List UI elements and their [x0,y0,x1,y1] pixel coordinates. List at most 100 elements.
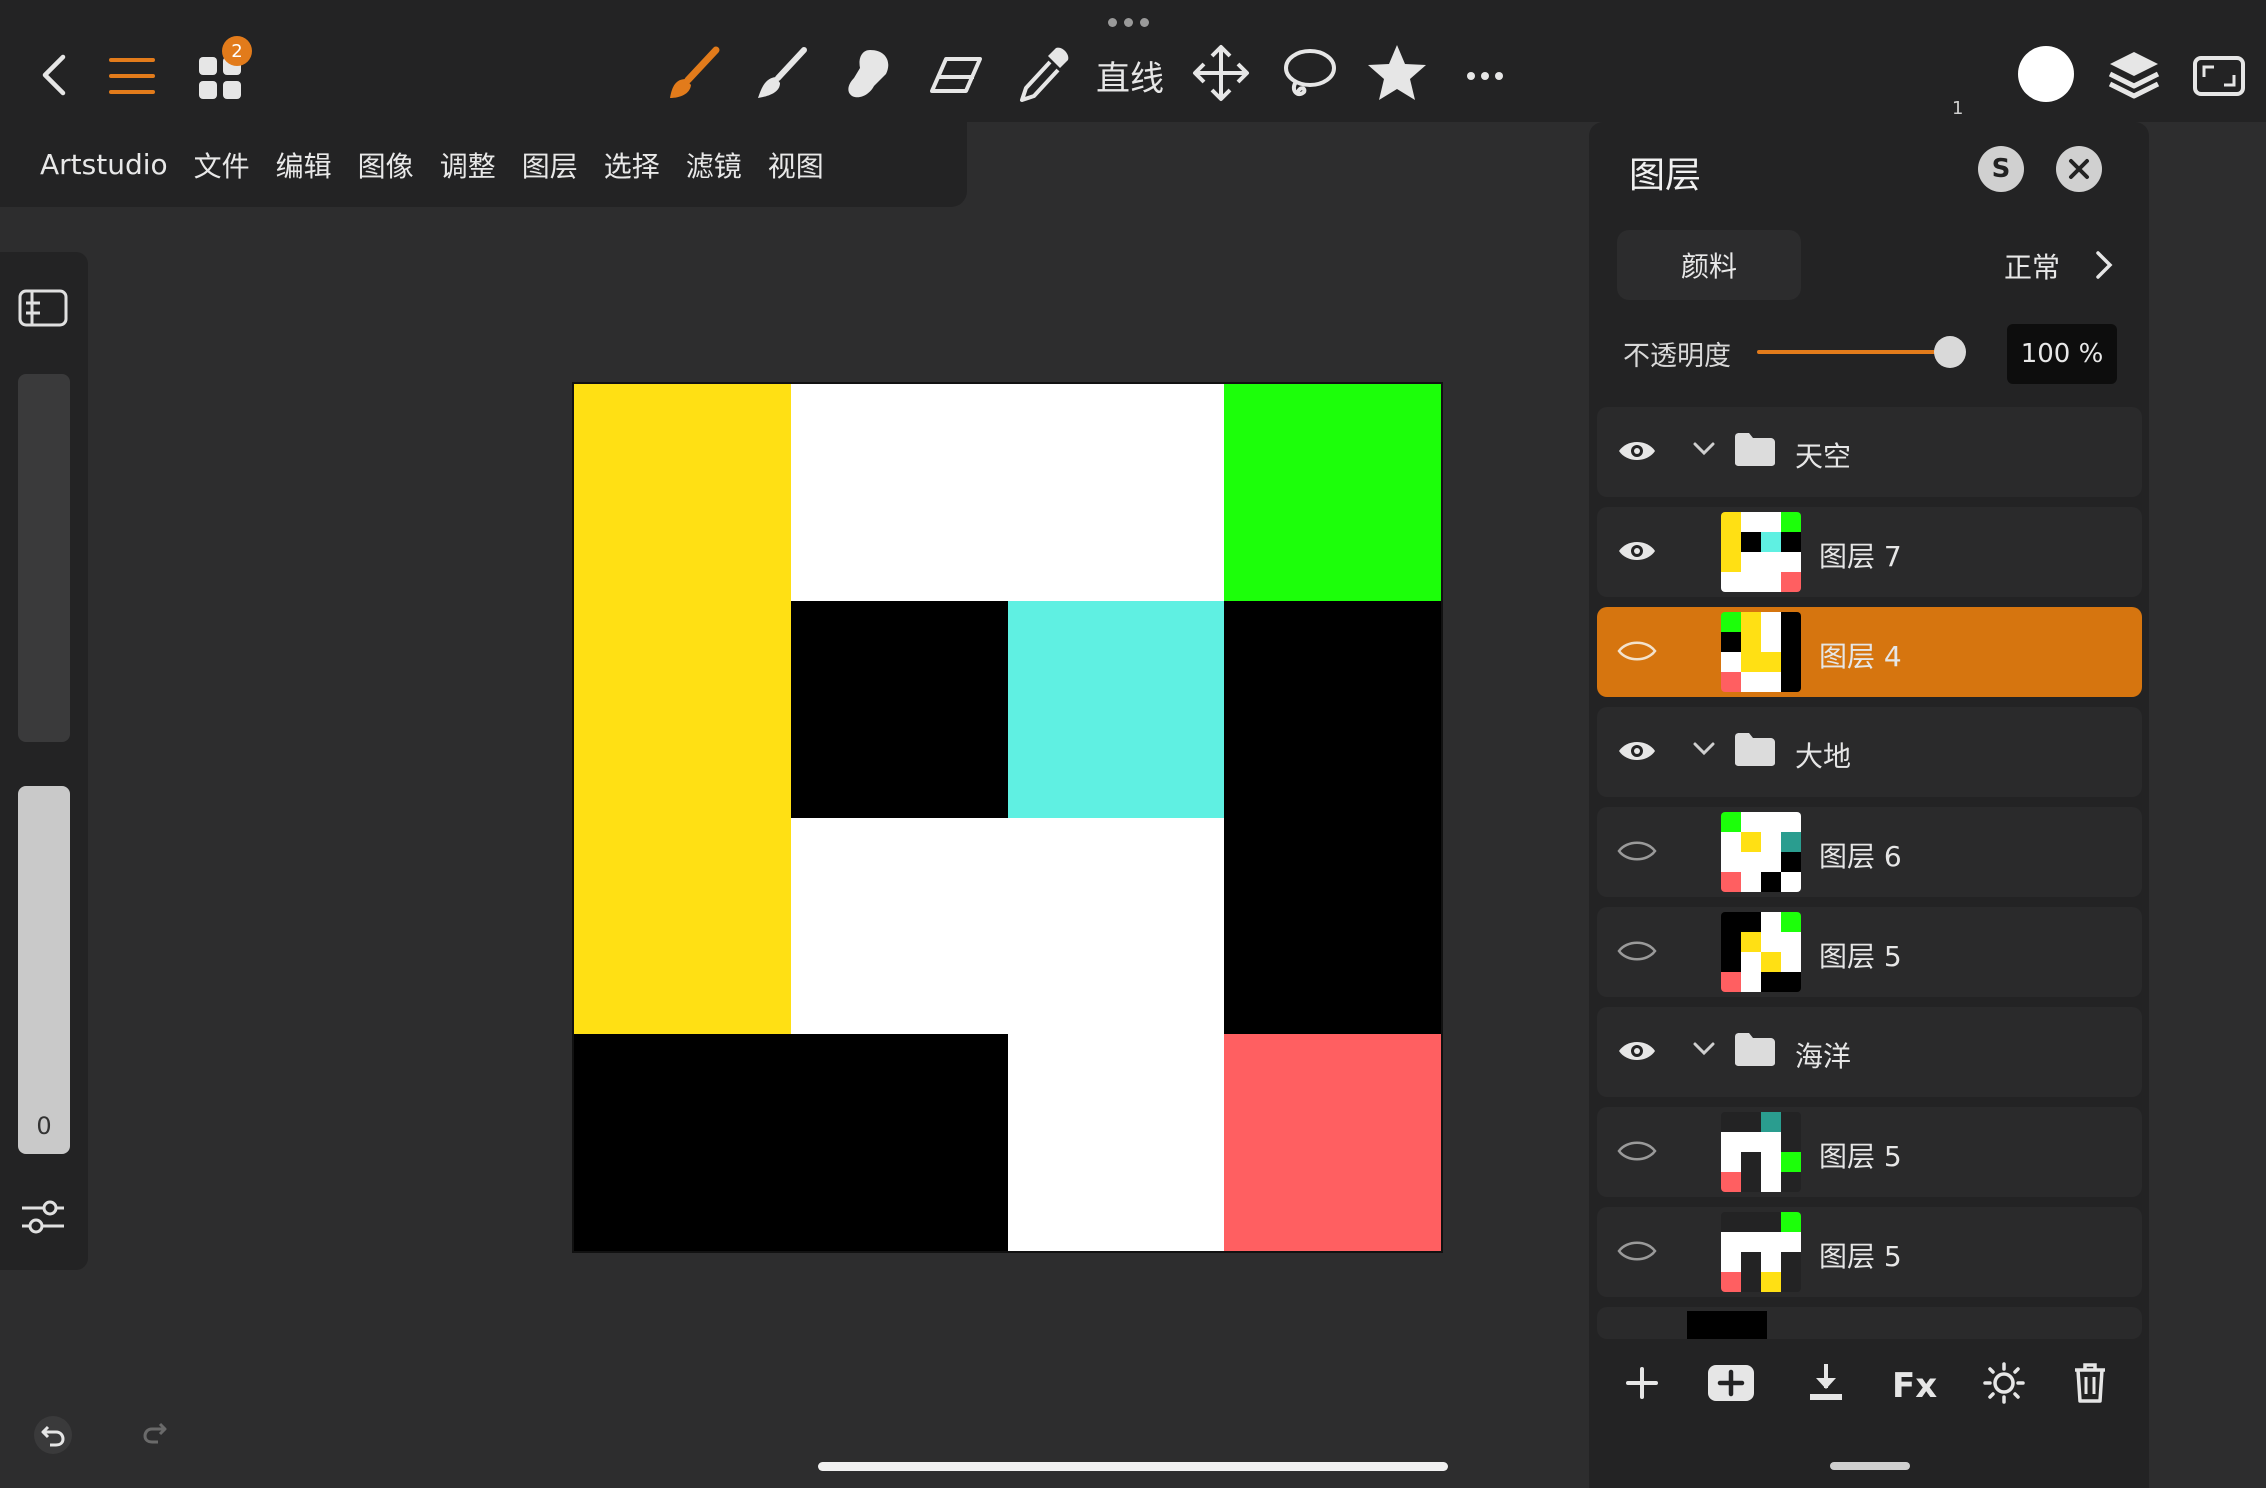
fullscreen-icon[interactable] [2192,54,2246,98]
menu-filter[interactable]: 滤镜 [686,145,742,185]
thumbnail-cell [1741,612,1761,632]
thumbnail-cell [1741,632,1761,652]
opacity-slider-knob[interactable] [1934,336,1966,368]
redo-icon[interactable] [142,1420,170,1450]
paint-tab[interactable]: 颜料 [1617,230,1801,300]
layer-name: 图层 5 [1819,1240,1902,1273]
canvas-cell [574,1034,791,1251]
layer-group-row[interactable]: 海洋 [1597,1007,2142,1097]
folder-icon [1733,1031,1777,1071]
thumbnail-cell [1721,512,1741,532]
s-button[interactable]: S [1978,146,2024,192]
thumbnail-cell [1741,1152,1761,1172]
eyedropper-icon[interactable] [1016,44,1072,104]
brush-opacity-slider[interactable]: 0 [18,786,70,1154]
close-icon[interactable] [2056,146,2102,192]
merge-down-icon[interactable] [1807,1362,1845,1406]
menu-artstudio[interactable]: Artstudio [40,148,168,181]
more-icon[interactable] [1466,70,1504,82]
eye-icon[interactable] [1617,537,1657,569]
menu-image[interactable]: 图像 [358,145,414,185]
eye-icon[interactable] [1617,437,1657,469]
layer-row[interactable]: 图层 5 [1597,1207,2142,1297]
thumbnail-cell [1761,812,1781,832]
thumbnail-cell [1781,1152,1801,1172]
thumbnail-cell [1721,532,1741,552]
thumbnail-cell [1741,552,1761,572]
layers-panel: 图层 S 颜料 正常 不透明度 100 % 天空 图层 7 图层 4 大地 图层 6 图层… [1589,122,2149,1488]
eye-hidden-icon[interactable] [1617,837,1657,869]
eye-hidden-icon[interactable] [1617,1237,1657,1269]
menu-view[interactable]: 视图 [768,145,824,185]
menu-adjust[interactable]: 调整 [440,145,496,185]
layer-name: 图层 4 [1819,640,1902,673]
blend-mode[interactable]: 正常 [2004,246,2060,286]
menu-file[interactable]: 文件 [194,145,250,185]
thumbnail-cell [1761,932,1781,952]
layer-actions: Fx [1589,1352,2149,1422]
eye-icon[interactable] [1617,1037,1657,1069]
folder-icon [1733,731,1777,771]
brush-icon[interactable] [752,46,808,102]
left-tool-panel: 0 [0,252,88,1270]
back-icon[interactable] [36,52,72,98]
layer-group-row[interactable]: 天空 [1597,407,2142,497]
eraser-icon[interactable] [928,50,984,100]
slider-settings-icon[interactable] [20,1198,66,1240]
eye-hidden-icon[interactable] [1617,937,1657,969]
chevron-right-icon[interactable] [2095,250,2113,284]
layer-thumbnail [1721,912,1801,992]
star-icon[interactable] [1366,42,1428,104]
thumbnail-cell [1781,1172,1801,1192]
opacity-value[interactable]: 100 % [2007,324,2117,384]
color-swatch-icon[interactable] [2018,46,2074,102]
delete-icon[interactable] [2073,1362,2107,1408]
layer-thumbnail [1721,1112,1801,1192]
layer-row[interactable]: 图层 4 [1597,607,2142,697]
thumbnail-cell [1721,1112,1741,1132]
brush-size-slider[interactable] [18,374,70,742]
menu-layer[interactable]: 图层 [522,145,578,185]
undo-icon[interactable] [34,1416,72,1454]
menu-select[interactable]: 选择 [604,145,660,185]
chevron-down-icon[interactable] [1693,441,1715,460]
adjust-icon[interactable] [1983,1362,2025,1408]
layer-row[interactable] [1597,1307,2142,1339]
thumbnail-cell [1761,612,1781,632]
chevron-down-icon[interactable] [1693,741,1715,760]
add-layer-icon[interactable] [1625,1366,1659,1404]
thumbnail-cell [1781,1252,1801,1272]
move-icon[interactable] [1192,44,1250,102]
paintbrush-icon[interactable] [664,46,720,102]
thumbnail-cell [1741,812,1761,832]
canvas-cell [574,384,791,601]
drawing-canvas[interactable] [572,382,1443,1253]
fx-icon[interactable]: Fx [1892,1366,1937,1406]
eye-hidden-icon[interactable] [1617,1137,1657,1169]
smudge-icon[interactable] [840,46,896,102]
layer-group-row[interactable]: 大地 [1597,707,2142,797]
layer-row[interactable]: 图层 6 [1597,807,2142,897]
layer-row[interactable]: 图层 7 [1597,507,2142,597]
thumbnail-cell [1761,532,1781,552]
window-grabber[interactable] [1108,18,1149,27]
layer-row[interactable]: 图层 5 [1597,907,2142,997]
menu-icon[interactable] [108,56,156,96]
thumbnail-cell [1761,1112,1781,1132]
add-group-icon[interactable] [1707,1364,1755,1406]
layer-name: 大地 [1795,740,1852,773]
panel-toggle-icon[interactable] [18,288,68,332]
layers-icon[interactable] [2106,48,2162,102]
layer-row[interactable]: 图层 5 [1597,1107,2142,1197]
menu-edit[interactable]: 编辑 [276,145,332,185]
thumbnail-cell [1781,1112,1801,1132]
thumbnail-cell [1721,672,1741,692]
panel-grabber[interactable] [1830,1462,1910,1470]
eye-icon[interactable] [1617,737,1657,769]
lasso-icon[interactable] [1280,46,1338,102]
chevron-down-icon[interactable] [1693,1041,1715,1060]
layer-thumbnail [1721,512,1801,592]
line-tool-label[interactable]: 直线 [1096,50,1164,100]
opacity-slider-track[interactable] [1757,350,1949,354]
eye-hidden-icon[interactable] [1617,637,1657,669]
